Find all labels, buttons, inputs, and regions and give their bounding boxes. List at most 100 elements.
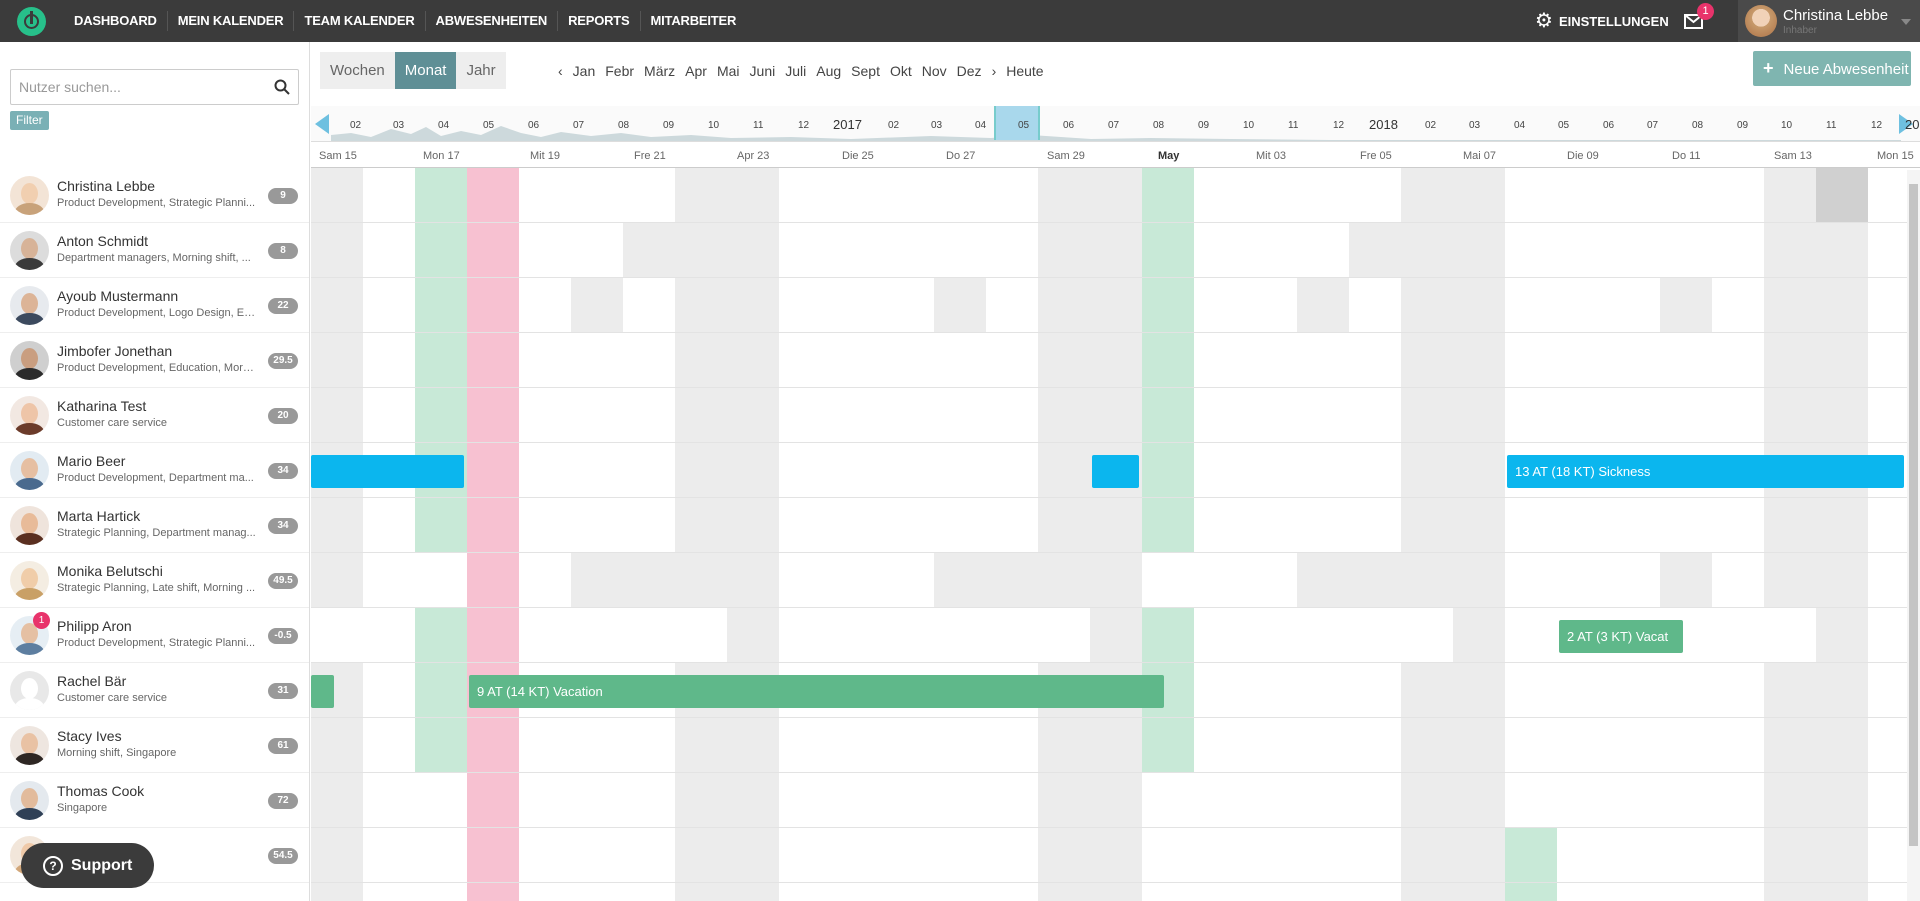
person-name: Mario Beer xyxy=(57,453,126,469)
list-item[interactable]: Marta Hartick Strategic Planning, Depart… xyxy=(0,498,309,553)
nav-reports[interactable]: REPORTS xyxy=(558,11,641,31)
tab-jahr[interactable]: Jahr xyxy=(456,52,506,89)
list-item[interactable]: Ayoub Mustermann Product Development, Lo… xyxy=(0,278,309,333)
month-oct[interactable]: Okt xyxy=(890,63,912,79)
month-mar[interactable]: März xyxy=(644,63,675,79)
blocked-cell xyxy=(1349,223,1401,278)
timeline-tick: 08 xyxy=(1692,120,1704,131)
person-groups: Product Development, Department ma... xyxy=(57,472,254,484)
vacation-days-badge: 22 xyxy=(268,298,298,314)
search-icon[interactable] xyxy=(274,79,290,95)
list-item[interactable]: Katharina Test Customer care service 20 xyxy=(0,388,309,443)
user-menu[interactable]: Christina Lebbe Inhaber xyxy=(1738,0,1920,42)
avatar xyxy=(10,286,49,325)
day-label: May xyxy=(1158,150,1180,162)
timeline-selection[interactable] xyxy=(994,106,1040,140)
tab-wochen[interactable]: Wochen xyxy=(320,52,395,89)
avatar xyxy=(10,176,49,215)
timeline-prev-icon[interactable] xyxy=(315,114,329,134)
timeline-tick: 02 xyxy=(888,120,900,131)
timeline-tick: 12 xyxy=(1871,120,1883,131)
timeline-year: 20 xyxy=(1905,117,1920,132)
nav-team-kalender[interactable]: TEAM KALENDER xyxy=(294,11,426,31)
vacation-days-badge: 34 xyxy=(268,463,298,479)
plus-icon: + xyxy=(1763,58,1774,78)
month-jun[interactable]: Juni xyxy=(750,63,776,79)
timeline-tick: 12 xyxy=(1333,120,1345,131)
calendar-grid[interactable]: 13 AT (18 KT) Sickness 2 AT (3 KT) Vacat… xyxy=(311,168,1907,901)
today-button[interactable]: Heute xyxy=(1006,63,1043,79)
people-list: Christina Lebbe Product Development, Str… xyxy=(0,168,309,883)
app-logo[interactable] xyxy=(17,7,46,36)
avatar xyxy=(10,396,49,435)
sickness-bar[interactable] xyxy=(311,455,464,488)
person-groups: Product Development, Strategic Planni... xyxy=(57,637,256,649)
row-divider xyxy=(311,552,1907,553)
nav-abwesenheiten[interactable]: ABWESENHEITEN xyxy=(426,11,559,31)
person-groups: Customer care service xyxy=(57,417,168,429)
month-jul[interactable]: Juli xyxy=(785,63,806,79)
settings-link[interactable]: ⚙ EINSTELLUNGEN xyxy=(1535,0,1669,42)
vacation-days-badge: 54.5 xyxy=(268,848,298,864)
list-item[interactable]: Stacy Ives Morning shift, Singapore 61 xyxy=(0,718,309,773)
timeline-tick: 11 xyxy=(753,120,764,131)
next-icon[interactable]: › xyxy=(992,63,997,79)
day-label: Mit 03 xyxy=(1256,150,1286,162)
day-label: Do 27 xyxy=(946,150,976,162)
list-item[interactable]: Thomas Cook Singapore 72 xyxy=(0,773,309,828)
blocked-cell xyxy=(623,223,675,278)
filter-button[interactable]: Filter xyxy=(10,111,49,130)
timeline-tick: 06 xyxy=(1063,120,1075,131)
vacation-bar[interactable]: 9 AT (14 KT) Vacation xyxy=(469,675,1164,708)
month-aug[interactable]: Aug xyxy=(816,63,841,79)
list-item[interactable]: Mario Beer Product Development, Departme… xyxy=(0,443,309,498)
timeline-tick: 03 xyxy=(931,120,943,131)
list-item[interactable]: Rachel Bär Customer care service 31 xyxy=(0,663,309,718)
month-sep[interactable]: Sept xyxy=(851,63,880,79)
list-item[interactable]: 1 Philipp Aron Product Development, Stra… xyxy=(0,608,309,663)
list-item[interactable]: Christina Lebbe Product Development, Str… xyxy=(0,168,309,223)
support-label: Support xyxy=(71,856,133,874)
search-input[interactable] xyxy=(11,70,261,104)
timeline-tick: 10 xyxy=(1781,120,1793,131)
main-nav: DASHBOARD MEIN KALENDER TEAM KALENDER AB… xyxy=(64,0,746,42)
timeline-year: 2018 xyxy=(1369,117,1398,132)
vertical-scrollbar[interactable] xyxy=(1907,170,1920,901)
tab-monat[interactable]: Monat xyxy=(394,52,457,89)
day-header: Sam 15 Mon 17 Mit 19 Fre 21 Apr 23 Die 2… xyxy=(311,142,1920,168)
chevron-down-icon xyxy=(1901,19,1911,25)
list-item[interactable]: Monika Belutschi Strategic Planning, Lat… xyxy=(0,553,309,608)
holiday-column xyxy=(1505,828,1557,901)
timeline-tick: 09 xyxy=(1198,120,1210,131)
sickness-bar[interactable]: 13 AT (18 KT) Sickness xyxy=(1507,455,1904,488)
timeline-tick: 07 xyxy=(1647,120,1659,131)
row-divider xyxy=(311,882,1907,883)
nav-mitarbeiter[interactable]: MITARBEITER xyxy=(641,11,747,31)
prev-icon[interactable]: ‹ xyxy=(558,63,563,79)
vacation-days-badge: 34 xyxy=(268,518,298,534)
vacation-days-badge: 20 xyxy=(268,408,298,424)
month-jan[interactable]: Jan xyxy=(573,63,596,79)
month-may[interactable]: Mai xyxy=(717,63,740,79)
month-feb[interactable]: Febr xyxy=(605,63,634,79)
timeline-tick: 11 xyxy=(1826,120,1837,131)
scrollbar-thumb[interactable] xyxy=(1909,184,1918,846)
month-dec[interactable]: Dez xyxy=(957,63,982,79)
nav-dashboard[interactable]: DASHBOARD xyxy=(64,11,168,31)
vacation-bar[interactable] xyxy=(311,675,334,708)
sickness-bar[interactable] xyxy=(1092,455,1139,488)
timeline-tick: 06 xyxy=(528,120,540,131)
list-item[interactable]: Jimbofer Jonethan Product Development, E… xyxy=(0,333,309,388)
vacation-bar[interactable]: 2 AT (3 KT) Vacat xyxy=(1559,620,1683,653)
timeline-tick: 09 xyxy=(663,120,675,131)
day-label: Mon 17 xyxy=(423,150,460,162)
month-apr[interactable]: Apr xyxy=(685,63,707,79)
user-role: Inhaber xyxy=(1783,25,1817,36)
new-absence-button[interactable]: + Neue Abwesenheit xyxy=(1753,51,1911,86)
list-item[interactable]: Anton Schmidt Department managers, Morni… xyxy=(0,223,309,278)
person-groups: Customer care service xyxy=(57,692,168,704)
nav-mein-kalender[interactable]: MEIN KALENDER xyxy=(168,11,295,31)
month-nov[interactable]: Nov xyxy=(922,63,947,79)
timeline-overview[interactable]: 02 03 04 05 06 07 08 09 10 11 12 2017 02… xyxy=(311,106,1920,142)
support-button[interactable]: ? Support xyxy=(21,843,154,888)
